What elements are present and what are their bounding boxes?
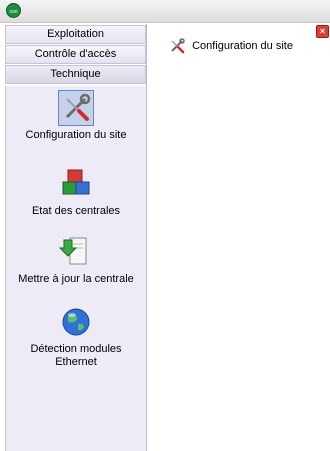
nav-button-controle-acces[interactable]: Contrôle d'accès xyxy=(5,45,146,64)
tool-label: Détection modules Ethernet xyxy=(30,343,122,368)
close-button[interactable]: × xyxy=(316,25,329,38)
tools-panel: Configuration du site Etat des centrales xyxy=(5,86,146,451)
tool-mettre-a-jour[interactable]: Mettre à jour la centrale xyxy=(6,234,146,286)
globe-icon xyxy=(58,304,94,340)
tool-etat-des-centrales[interactable]: Etat des centrales xyxy=(6,166,146,218)
tools-icon xyxy=(58,90,94,126)
nav-button-technique[interactable]: Technique xyxy=(5,65,146,84)
nav-button-exploitation[interactable]: Exploitation xyxy=(5,25,146,44)
tool-detection-modules-ethernet[interactable]: Détection modules Ethernet xyxy=(6,304,146,369)
tool-configuration-du-site[interactable]: Configuration du site xyxy=(6,90,146,142)
open-item-configuration-du-site[interactable]: Configuration du site xyxy=(169,37,293,55)
tool-label: Etat des centrales xyxy=(31,205,121,217)
cubes-icon xyxy=(58,166,94,202)
tool-label: Mettre à jour la centrale xyxy=(18,273,134,285)
title-bar: con xyxy=(0,0,330,23)
sidebar: Exploitation Contrôle d'accès Technique … xyxy=(4,24,147,451)
document-update-icon xyxy=(58,234,94,270)
tools-icon xyxy=(169,38,185,54)
app-logo-icon: con xyxy=(6,3,21,18)
svg-text:con: con xyxy=(9,9,17,15)
tool-label: Configuration du site xyxy=(25,129,127,141)
open-item-label: Configuration du site xyxy=(192,40,293,53)
